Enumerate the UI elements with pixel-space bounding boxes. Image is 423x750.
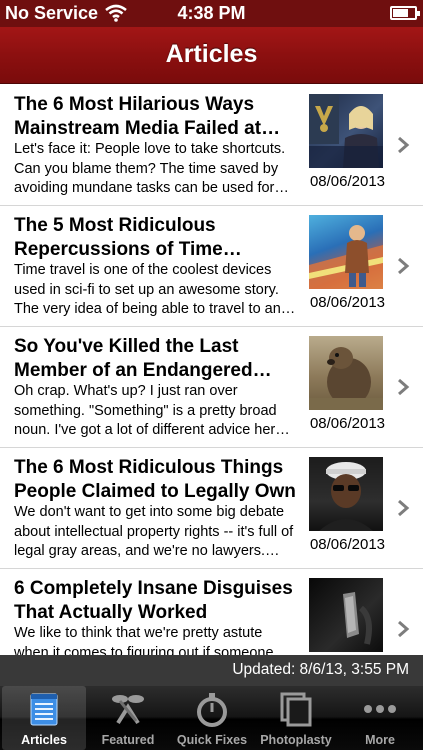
article-date: 08/06/2013	[309, 173, 386, 190]
article-summary: Oh crap. What's up? I just ran over some…	[14, 383, 290, 438]
photo-stack-icon	[280, 692, 312, 727]
disguise-thumbnail	[309, 578, 383, 652]
article-row[interactable]: The 6 Most Hilarious Ways Mainstream Med…	[0, 85, 423, 206]
featured-icon	[112, 695, 144, 725]
article-title: So You've Killed the Last Member of an E…	[14, 336, 253, 381]
time-travel-poster-thumbnail	[309, 215, 383, 289]
article-title: The 6 Most Ridiculous Things People Clai…	[14, 457, 296, 502]
article-summary: We don't want to get into some big debat…	[14, 504, 294, 559]
chevron-right-icon	[398, 499, 410, 517]
article-row[interactable]: The 5 Most Ridiculous Repercussions of T…	[0, 206, 423, 327]
tab-more[interactable]: More	[338, 686, 422, 750]
tab-quick-fixes[interactable]: Quick Fixes	[170, 686, 254, 750]
battery-icon	[390, 6, 420, 20]
article-date: 08/06/2013	[309, 415, 386, 432]
chevron-right-icon	[398, 378, 410, 396]
stopwatch-icon	[197, 693, 227, 727]
notepad-icon	[30, 693, 58, 726]
page-title: Articles	[165, 40, 258, 68]
more-dots-icon	[364, 705, 396, 713]
article-title: The 6 Most Hilarious Ways Mainstream Med…	[14, 94, 281, 139]
article-summary: We like to think that we're pretty astut…	[14, 625, 274, 655]
tab-label: More	[365, 733, 395, 747]
article-summary: Let's face it: People love to take short…	[14, 141, 289, 196]
article-row[interactable]: 6 Completely Insane Disguises That Actua…	[0, 569, 423, 655]
tab-photoplasty[interactable]: Photoplasty	[254, 686, 338, 750]
news-anchor-thumbnail	[309, 94, 383, 168]
man-portrait-thumbnail	[309, 457, 383, 531]
last-updated-label: Updated: 8/6/13, 3:55 PM	[232, 661, 409, 678]
tab-label: Photoplasty	[260, 733, 332, 747]
article-row[interactable]: So You've Killed the Last Member of an E…	[0, 327, 423, 448]
article-date: 08/06/2013	[309, 536, 386, 553]
groundhog-thumbnail	[309, 336, 383, 410]
status-time: 4:38 PM	[177, 3, 246, 23]
chevron-right-icon	[398, 620, 410, 638]
tab-label: Quick Fixes	[176, 733, 248, 747]
article-list[interactable]: The 6 Most Hilarious Ways Mainstream Med…	[0, 85, 423, 655]
chevron-right-icon	[398, 136, 410, 154]
battery-level	[393, 9, 408, 17]
tab-featured[interactable]: Featured	[86, 686, 170, 750]
article-title: The 5 Most Ridiculous Repercussions of T…	[14, 215, 223, 260]
article-title: 6 Completely Insane Disguises That Actua…	[14, 578, 293, 623]
tab-label: Articles	[21, 733, 67, 747]
tab-label: Featured	[101, 733, 155, 747]
article-row[interactable]: The 6 Most Ridiculous Things People Clai…	[0, 448, 423, 569]
nav-bar: Articles	[0, 27, 423, 84]
chevron-right-icon	[398, 257, 410, 275]
article-date: 08/06/2013	[309, 294, 386, 311]
tab-bar: Articles Featured Quick Fixes Photoplast…	[0, 686, 423, 750]
article-summary: Time travel is one of the coolest device…	[14, 262, 296, 317]
last-updated-bar: Updated: 8/6/13, 3:55 PM	[0, 655, 423, 686]
tab-articles[interactable]: Articles	[2, 686, 86, 750]
status-bar: No Service 4:38 PM	[0, 0, 423, 27]
